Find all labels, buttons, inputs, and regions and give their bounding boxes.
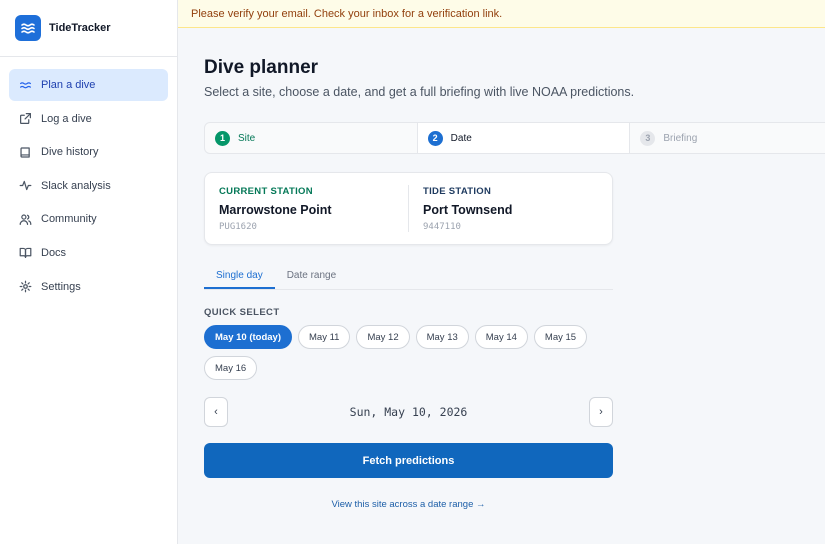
stepper: 1 Site 2 Date 3 Briefing: [204, 122, 825, 154]
sidebar-item-plan-a-dive[interactable]: Plan a dive: [9, 69, 168, 101]
tide-station-label: TIDE STATION: [423, 186, 492, 197]
users-icon: [18, 212, 32, 226]
sidebar-item-label: Docs: [41, 246, 67, 259]
date-chip[interactable]: May 11: [298, 325, 351, 349]
step-briefing: 3 Briefing: [630, 123, 825, 153]
sidebar-item-dive-history[interactable]: Dive history: [9, 136, 168, 168]
sidebar-item-label: Plan a dive: [41, 79, 96, 91]
sidebar-item-label: Community: [41, 213, 97, 226]
current-station-label: CURRENT STATION: [219, 186, 313, 197]
book-open-icon: [18, 246, 32, 260]
step-date[interactable]: 2 Date: [417, 123, 631, 153]
sidebar-item-label: Settings: [41, 280, 81, 293]
page-title: Dive planner: [204, 57, 319, 78]
quick-select-label: QUICK SELECT: [204, 307, 280, 318]
date-mode-tabs: Single day Date range: [204, 262, 613, 290]
date-chip[interactable]: May 12: [356, 325, 410, 349]
page-subtitle: Select a site, choose a date, and get a …: [204, 85, 635, 99]
step-site[interactable]: 1 Site: [205, 123, 418, 153]
step-label: Briefing: [663, 132, 698, 144]
step-label: Site: [238, 132, 256, 144]
activity-icon: [18, 179, 32, 193]
book-icon: [18, 145, 32, 159]
sidebar-item-community[interactable]: Community: [9, 203, 168, 235]
next-day-button[interactable]: ›: [588, 397, 613, 427]
sidebar-item-log-a-dive[interactable]: Log a dive: [9, 103, 168, 135]
step-number: 3: [640, 130, 656, 146]
tide-station: TIDE STATION Port Townsend 9447110: [408, 185, 612, 232]
step-number: 1: [215, 130, 230, 146]
date-chip[interactable]: May 13: [415, 325, 469, 349]
date-navigator: ‹ Sun, May 10, 2026 ›: [204, 397, 613, 427]
date-chip[interactable]: May 14: [474, 325, 528, 349]
current-station-code: PUG1620: [219, 222, 257, 232]
app-name: TideTracker: [49, 22, 111, 34]
waves-icon: [15, 15, 41, 41]
tide-station-code: 9447110: [423, 222, 461, 232]
brand[interactable]: TideTracker: [0, 0, 177, 57]
sidebar-item-label: Dive history: [41, 146, 99, 159]
step-label: Date: [450, 132, 472, 144]
sidebar-nav: Plan a dive Log a dive Dive history Slac…: [0, 57, 177, 316]
date-chip[interactable]: May 15: [533, 325, 588, 349]
current-station-name: Marrowstone Point: [219, 203, 332, 217]
selected-date: Sun, May 10, 2026: [349, 405, 468, 419]
banner-text: Please verify your email. Check your inb…: [191, 7, 503, 20]
sidebar-item-label: Slack analysis: [41, 179, 111, 192]
station-card: CURRENT STATION Marrowstone Point PUG162…: [204, 172, 613, 245]
sidebar-item-slack-analysis[interactable]: Slack analysis: [9, 170, 168, 202]
date-chip[interactable]: May 16: [204, 356, 258, 380]
view-date-range-link[interactable]: View this site across a date range →: [204, 499, 613, 510]
sidebar-item-label: Log a dive: [41, 112, 92, 125]
external-link-icon: [18, 112, 32, 126]
fetch-predictions-button[interactable]: Fetch predictions: [204, 443, 613, 478]
sidebar-item-docs[interactable]: Docs: [9, 237, 168, 269]
sidebar: TideTracker Plan a dive Log a dive Dive …: [0, 0, 178, 544]
current-station: CURRENT STATION Marrowstone Point PUG162…: [205, 173, 408, 244]
quick-select-chips: May 10 (today) May 11 May 12 May 13 May …: [204, 325, 613, 387]
waves-icon: [18, 78, 32, 92]
tab-date-range[interactable]: Date range: [275, 262, 348, 289]
gear-icon: [18, 280, 32, 294]
prev-day-button[interactable]: ‹: [204, 397, 228, 427]
tide-station-name: Port Townsend: [423, 203, 513, 217]
date-chip[interactable]: May 10 (today): [204, 325, 292, 349]
sidebar-item-settings[interactable]: Settings: [9, 271, 168, 303]
step-number: 2: [427, 130, 443, 146]
verify-email-banner: Please verify your email. Check your inb…: [178, 0, 825, 28]
tab-single-day[interactable]: Single day: [204, 262, 275, 289]
